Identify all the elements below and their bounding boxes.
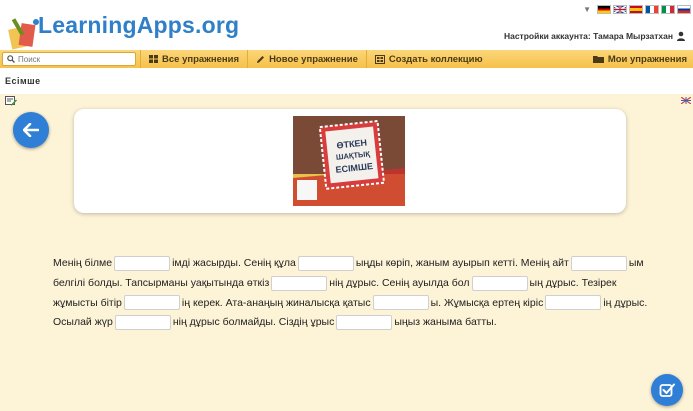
folder-icon [592, 56, 604, 63]
flag-it-icon[interactable] [661, 5, 675, 14]
blank-input-9[interactable] [114, 315, 171, 331]
flag-uk-icon[interactable] [613, 5, 627, 14]
search-box[interactable] [2, 52, 136, 66]
nav-all-exercises[interactable]: Все упражнения [140, 50, 247, 68]
blank-input-8[interactable] [545, 295, 602, 311]
logo-text: LearningApps.org [38, 12, 240, 38]
nav-my-exercises-label: Мои упражнения [607, 53, 687, 65]
blank-input-2[interactable] [297, 255, 354, 271]
nav-create-collection-label: Создать коллекцию [388, 53, 483, 65]
main-nav: Все упражнения Новое упражнение Создать … [0, 50, 693, 68]
pencil-icon [257, 55, 265, 63]
blank-input-1[interactable] [114, 255, 171, 271]
page-title: Есімше [5, 76, 41, 86]
search-input[interactable] [18, 54, 128, 64]
checkbox-check-icon [659, 383, 675, 397]
grid-icon [149, 55, 158, 63]
nav-new-exercise-label: Новое упражнение [269, 53, 358, 65]
arrow-left-icon [23, 123, 39, 137]
blank-input-3[interactable] [570, 255, 627, 271]
flag-de-icon[interactable] [597, 5, 611, 14]
text-segment: ы. Жұмысқа ертең кіріс [430, 296, 544, 309]
text-segment: імді жасырды. Сенің құла [172, 257, 296, 269]
language-flags: ▼ [583, 5, 691, 14]
nav-all-exercises-label: Все упражнения [162, 53, 240, 65]
text-segment: нің дұрыс болмайды. Сіздің ұрыс [172, 316, 335, 329]
task-image: ӨТКЕН ШАҚТЫҚ ЕСІМШЕ [293, 116, 405, 206]
task-card: ӨТКЕН ШАҚТЫҚ ЕСІМШЕ [74, 109, 626, 213]
exercise-area: ӨТКЕН ШАҚТЫҚ ЕСІМШЕ Менің білме імді жасы… [0, 94, 693, 411]
text-segment: Менің білме [53, 257, 113, 269]
logo[interactable]: LearningApps.org [2, 4, 242, 50]
blank-input-4[interactable] [271, 275, 328, 291]
account-settings[interactable]: Настройки аккаунта: Тамара Мырзатхан [504, 31, 685, 41]
exercise-text: Менің білме імді жасырды. Сенің құла ыңды … [53, 254, 653, 333]
fullscreen-icon[interactable] [681, 97, 691, 104]
blank-input-5[interactable] [471, 275, 528, 291]
text-segment: ің керек. Ата-анаңың жиналысқа қатыс [181, 296, 371, 309]
account-label: Настройки аккаунта: Тамара Мырзатхан [503, 31, 673, 41]
search-icon [7, 55, 15, 63]
collection-icon [374, 54, 385, 64]
nav-create-collection[interactable]: Создать коллекцию [365, 50, 491, 68]
edit-app-icon[interactable] [5, 96, 17, 107]
flag-ru-icon[interactable] [677, 5, 691, 14]
text-segment: ыңды көріп, жаным ауырып кетті. Менің ай… [355, 257, 569, 269]
blank-input-6[interactable] [123, 295, 180, 311]
caret-down-icon[interactable]: ▼ [583, 5, 591, 14]
check-button[interactable] [651, 374, 683, 406]
text-segment: нің дұрыс. Сенің ауылда бол [329, 276, 470, 289]
user-icon [677, 31, 685, 41]
flag-fr-icon[interactable] [645, 5, 659, 14]
nav-new-exercise[interactable]: Новое упражнение [247, 50, 366, 68]
blank-input-7[interactable] [372, 295, 429, 311]
blank-input-10[interactable] [336, 315, 393, 331]
back-button[interactable] [13, 112, 49, 148]
header: LearningApps.org ▼ Настройки аккаунта: Т… [0, 0, 693, 50]
nav-my-exercises[interactable]: Мои упражнения [585, 50, 693, 68]
flag-es-icon[interactable] [629, 5, 643, 14]
text-segment: ыңыз жаныма батты. [394, 316, 497, 329]
